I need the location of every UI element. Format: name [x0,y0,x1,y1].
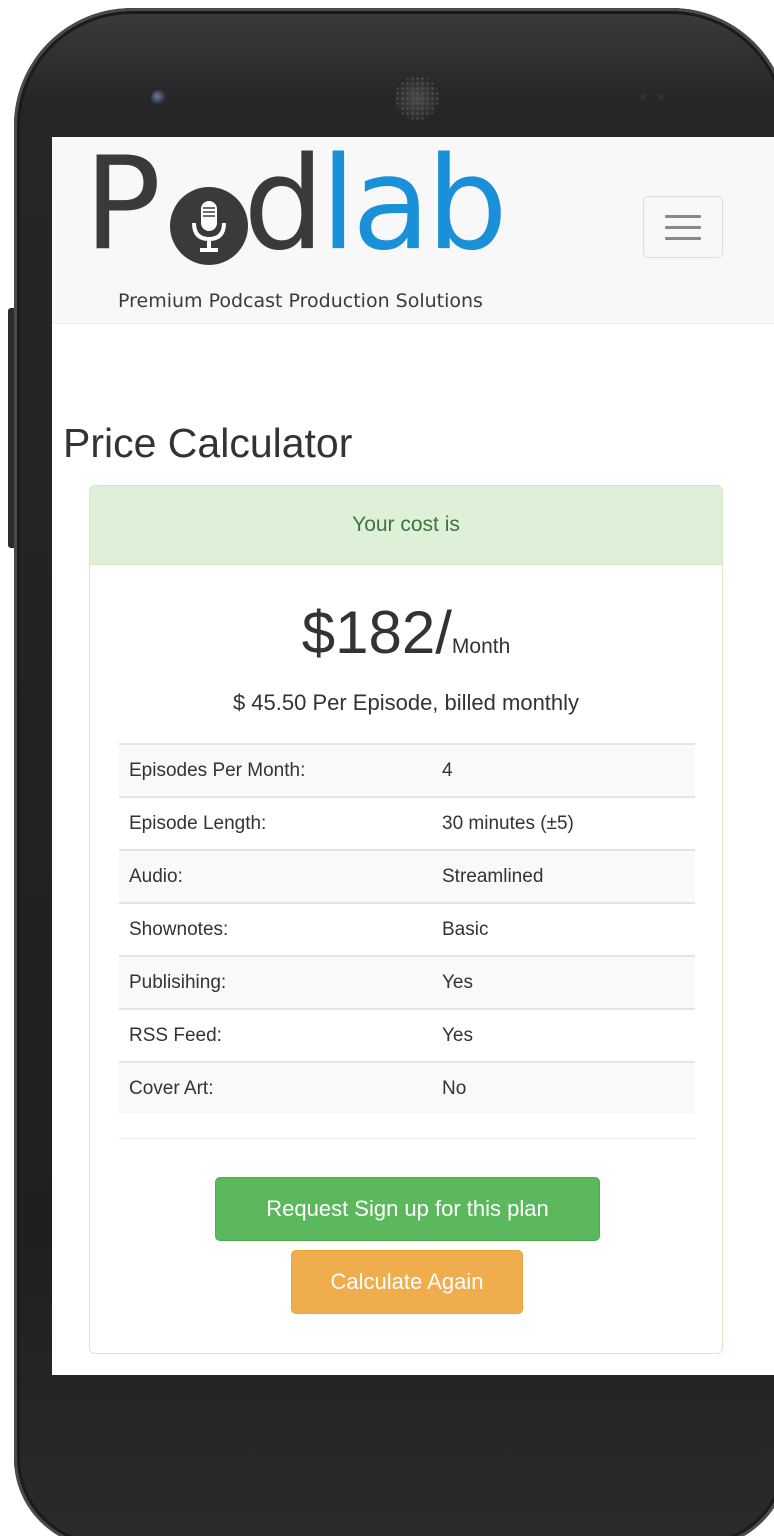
detail-label: Audio: [119,849,442,903]
table-row: Episodes Per Month: 4 [119,743,695,797]
panel-heading: Your cost is [90,486,722,565]
detail-label: Episode Length: [119,796,442,850]
detail-value: Streamlined [442,849,695,903]
price-result-panel: Your cost is $182/Month $ 45.50 Per Epis… [89,485,723,1354]
calculate-again-button[interactable]: Calculate Again [291,1250,523,1314]
request-signup-button[interactable]: Request Sign up for this plan [215,1177,600,1241]
table-row: Publisihing: Yes [119,955,695,1009]
device-mockup: Pdlab Premium Podcast Production Solutio… [0,0,774,1536]
table-row: Audio: Streamlined [119,849,695,903]
detail-label: Publisihing: [119,955,442,1009]
phone-screen: Pdlab Premium Podcast Production Solutio… [52,137,774,1375]
detail-value: No [442,1061,695,1114]
per-episode-price: $ 45.50 Per Episode, billed monthly [232,690,580,715]
podlab-logo[interactable]: Pdlab Premium Podcast Production Solutio… [84,137,564,317]
detail-label: Episodes Per Month: [119,743,442,797]
price-amount: $182/ [301,599,452,666]
detail-value: Yes [442,1008,695,1062]
table-row: Shownotes: Basic [119,902,695,956]
sensor-icon [640,94,646,100]
divider [119,1138,695,1139]
detail-value: 30 minutes (±5) [442,796,695,850]
navbar: Pdlab Premium Podcast Production Solutio… [52,137,774,324]
earpiece-speaker-icon [395,76,439,120]
hamburger-menu-icon [665,215,701,218]
plan-details-table: Episodes Per Month: 4 Episode Length: 30… [119,743,695,1114]
detail-label: RSS Feed: [119,1008,442,1062]
detail-value: Yes [442,955,695,1009]
detail-label: Cover Art: [119,1061,442,1114]
table-row: Episode Length: 30 minutes (±5) [119,796,695,850]
front-camera-icon [151,90,167,106]
microphone-logo-icon [170,187,248,265]
table-row: RSS Feed: Yes [119,1008,695,1062]
logo-tagline: Premium Podcast Production Solutions [118,290,483,312]
detail-value: 4 [442,743,695,797]
page-title: Price Calculator [63,420,353,466]
sensor-icon [658,94,664,100]
detail-label: Shownotes: [119,902,442,956]
price-unit: Month [451,635,511,658]
monthly-price: $182/Month [90,598,722,667]
menu-toggle-button[interactable] [643,196,723,258]
detail-value: Basic [442,902,695,956]
logo-wordmark: Pdlab [84,137,508,279]
table-row: Cover Art: No [119,1061,695,1114]
